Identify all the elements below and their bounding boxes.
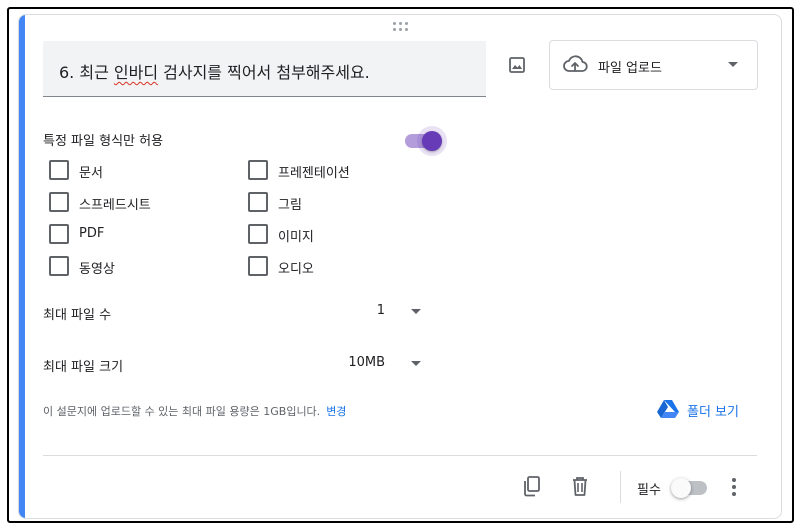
active-card-indicator [19,15,25,518]
add-image-button[interactable] [503,51,531,79]
file-type-label: 문서 [79,166,103,181]
file-type-label: 동영상 [79,262,115,277]
question-title[interactable]: 6. 최근 인바디 검사지를 찍어서 첨부해주세요. [59,59,370,83]
checkbox[interactable] [49,224,69,244]
file-type-pdf[interactable]: PDF [49,224,189,244]
checkbox[interactable] [49,256,69,276]
copy-icon [524,476,540,497]
max-size-dropdown[interactable]: 10MB [319,347,429,377]
image-icon [509,57,525,73]
file-type-label: 스프레드시트 [79,198,151,213]
checkbox[interactable] [248,160,268,180]
file-type-video[interactable]: 동영상 [49,256,189,277]
max-size-label: 최대 파일 크기 [43,360,124,375]
chevron-down-icon [728,62,738,67]
required-toggle[interactable] [671,476,711,500]
max-files-dropdown[interactable]: 1 [319,295,429,325]
question-type-label: 파일 업로드 [598,61,662,76]
upload-limit-note: 이 설문지에 업로드할 수 있는 최대 파일 용량은 1GB입니다. 변경 [43,405,347,418]
file-type-audio[interactable]: 오디오 [248,256,388,277]
toggle-knob [671,478,691,498]
checkbox[interactable] [49,160,69,180]
question-card[interactable]: 6. 최근 인바디 검사지를 찍어서 첨부해주세요. 파일 업로드 특정 파일 … [18,14,782,519]
cloud-upload-icon [563,55,588,72]
file-type-document[interactable]: 문서 [49,160,189,181]
delete-button[interactable] [566,472,594,500]
max-files-label: 최대 파일 수 [43,308,112,323]
footer-vertical-divider [620,471,621,503]
file-type-presentation[interactable]: 프레젠테이션 [248,160,388,181]
drag-handle-icon[interactable] [393,22,409,34]
more-options-button[interactable] [722,473,746,501]
question-type-dropdown[interactable]: 파일 업로드 [549,40,758,90]
max-size-value: 10MB [348,355,385,370]
google-drive-icon [657,400,679,418]
chevron-down-icon [411,309,421,314]
file-type-label: 이미지 [278,230,314,245]
footer-divider [43,455,757,456]
allow-specific-types-toggle[interactable] [403,126,447,156]
question-title-field[interactable]: 6. 최근 인바디 검사지를 찍어서 첨부해주세요. [43,41,486,97]
file-type-label: 오디오 [278,262,314,277]
misspelled-word: 인바디 [113,63,159,82]
file-type-drawing[interactable]: 그림 [248,192,388,213]
more-vert-icon [732,478,736,482]
checkbox[interactable] [49,192,69,212]
checkbox[interactable] [248,192,268,212]
file-type-image[interactable]: 이미지 [248,224,388,245]
file-type-label: 그림 [278,198,302,213]
allow-specific-types-label: 특정 파일 형식만 허용 [43,134,164,149]
file-type-spreadsheet[interactable]: 스프레드시트 [49,192,189,213]
trash-icon [573,477,587,496]
checkbox[interactable] [248,256,268,276]
required-label: 필수 [637,483,661,498]
change-limit-link[interactable]: 변경 [326,405,346,418]
checkbox[interactable] [248,224,268,244]
chevron-down-icon [411,361,421,366]
toggle-knob [422,131,442,151]
view-folder-label: 폴더 보기 [687,405,739,420]
file-type-label: 프레젠테이션 [278,166,350,181]
duplicate-button[interactable] [518,472,546,500]
file-type-label: PDF [79,226,105,241]
max-files-value: 1 [376,303,385,318]
